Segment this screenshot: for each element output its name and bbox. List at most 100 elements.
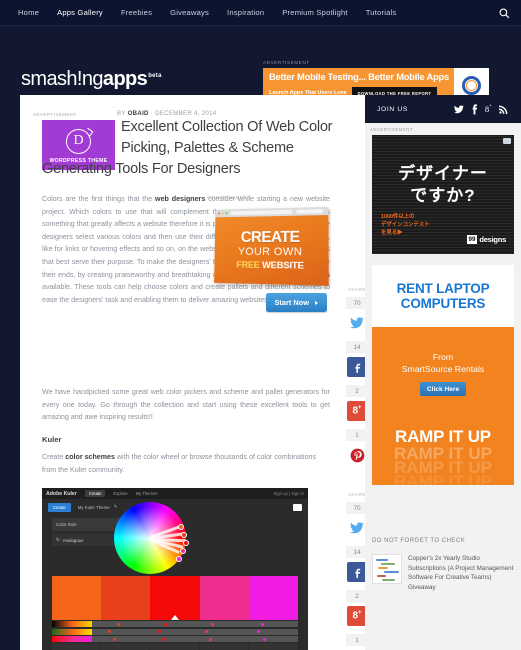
kuler-tab-explore[interactable]: Explore (113, 491, 127, 496)
thumb-bar-5 (377, 575, 386, 577)
facebook-icon[interactable] (471, 103, 478, 115)
laptop-ad-title-2: COMPUTERS (400, 296, 486, 311)
twitter-icon-2[interactable] (347, 518, 367, 538)
nav-item-freebies[interactable]: Freebies (112, 8, 161, 17)
chevron-right-icon (315, 300, 318, 305)
kuler-create-button[interactable]: Create (48, 502, 71, 512)
top-ad-headline: Better Mobile Testing... Better Mobile A… (269, 72, 449, 82)
list-item[interactable]: Copper's 2x Yearly Studio Subscriptions … (372, 554, 517, 592)
google-plus-icon[interactable]: 8+ (485, 104, 492, 114)
swatch-4[interactable] (199, 576, 249, 620)
laptop-ad-ramp-section: RAMP IT UP RAMP IT UP RAMP IT UP RAMP IT… (372, 420, 514, 485)
swatch-5[interactable] (248, 576, 299, 620)
edit-pencil-icon[interactable]: ✎ (114, 504, 118, 510)
hex-field-3[interactable] (150, 643, 200, 650)
nav-item-giveaways[interactable]: Giveaways (161, 8, 218, 17)
p3-bold-color-schemes: color schemes (65, 453, 115, 461)
join-us-bar: JOIN US 8 + (365, 95, 521, 123)
list-item-thumbnail (372, 554, 402, 584)
pinterest-icon[interactable] (347, 445, 367, 465)
inline-website-ad[interactable]: CREATE YOUR OWN FREE WEBSITE Start Now (207, 202, 331, 320)
p1-part-a: Colors are the first things that the (42, 195, 156, 203)
twitter-icon[interactable] (347, 313, 367, 333)
inline-ad-label: ADVERTISEMENT (207, 195, 250, 200)
page-title-continued[interactable]: Generating Tools For Designers (42, 159, 362, 180)
page-root: Home Apps Gallery Freebies Giveaways Ins… (0, 0, 521, 650)
slider-track-3 (92, 636, 298, 642)
slider-row-3[interactable] (52, 636, 298, 642)
article-paragraph-2: We have handpicked some great web color … (42, 388, 330, 422)
hex-field-5[interactable] (249, 643, 299, 650)
nav-item-home[interactable]: Home (9, 8, 48, 17)
nav-item-apps-gallery[interactable]: Apps Gallery (48, 8, 112, 17)
list-item-title: Copper's 2x Yearly Studio Subscriptions … (408, 555, 514, 591)
laptop-rental-ad[interactable]: RENT LAPTOP COMPUTERS From SmartSource R… (372, 265, 514, 485)
start-now-button[interactable]: Start Now (265, 293, 327, 312)
inline-ad-website-word: WEBSITE (262, 258, 304, 271)
wheel-handle-3[interactable] (183, 540, 189, 546)
kuler-titlebar: Adobe Kuler Create Explore My Themes Sig… (42, 488, 308, 499)
do-not-forget-widget: DO NOT FORGET TO CHECK Copper's 2x Yearl… (372, 538, 517, 592)
browser-url-bar (230, 209, 293, 216)
hex-field-2[interactable] (101, 643, 151, 650)
kuler-tab-mythemes[interactable]: My Themes (136, 491, 158, 496)
kuler-tab-create[interactable]: Create (84, 490, 106, 497)
wheel-handle-2[interactable] (181, 532, 187, 538)
facebook-icon-2[interactable] (347, 562, 367, 582)
nav-item-tutorials[interactable]: Tutorials (357, 8, 406, 17)
swatch-2[interactable] (101, 576, 151, 620)
adchoices-icon[interactable] (503, 138, 511, 144)
wheel-handle-4[interactable] (180, 548, 186, 554)
jp-ad-small-3: を見る▶ (381, 230, 403, 236)
section-heading-kuler: Kuler (42, 435, 62, 444)
wheel-handle-5[interactable] (176, 556, 182, 562)
slider-dot-3c (209, 637, 213, 641)
99designs-japanese-ad[interactable]: デザイナー ですか? 1000件以上の デザインコンテスト を見る▶ 99 de… (372, 135, 514, 254)
search-icon[interactable] (497, 6, 511, 20)
do-not-forget-heading: DO NOT FORGET TO CHECK (372, 538, 466, 544)
join-us-label: JOIN US (377, 105, 408, 113)
reset-icon: ↻ (56, 537, 60, 542)
title-line-3: Generating Tools For Designers (42, 161, 241, 177)
kuler-screenshot[interactable]: Adobe Kuler Create Explore My Themes Sig… (42, 488, 308, 650)
slider-dot-3d (262, 637, 266, 641)
facebook-icon[interactable] (347, 357, 367, 377)
twitter-icon[interactable] (453, 104, 464, 114)
thumb-bar-1 (376, 559, 388, 561)
sidebar-ad-label: ADVERTISEMENT (370, 127, 413, 132)
byline-prefix: BY (117, 110, 126, 117)
nav-item-premium-spotlight[interactable]: Premium Spotlight (273, 8, 356, 17)
export-icon[interactable] (293, 503, 302, 511)
jp-ad-small-2: デザインコンテスト (381, 222, 430, 228)
ramp-echo-3: RAMP IT UP (394, 472, 492, 485)
slider-row-2[interactable] (52, 628, 298, 635)
wheel-handle-1[interactable] (178, 524, 184, 530)
article-author[interactable]: OBAID (128, 110, 149, 117)
divi-logo-icon: D (66, 128, 91, 154)
rss-icon[interactable] (499, 105, 508, 114)
start-now-label: Start Now (274, 298, 310, 307)
inline-ad-line-2: YOUR OWN (237, 246, 303, 259)
hex-field-4[interactable] (200, 643, 249, 650)
right-sidebar: JOIN US 8 + ADVERTISEMENT デザイナー ですか? 100… (365, 95, 521, 650)
swatch-3[interactable] (150, 576, 200, 620)
swatch-1[interactable] (52, 576, 102, 620)
slider-dot-2a (108, 630, 112, 633)
site-logo[interactable]: smash!ngappsbeta (21, 68, 162, 91)
slider-gradient-3 (52, 636, 92, 642)
kuler-theme-name[interactable]: My Kuler Theme (78, 505, 110, 510)
nav-item-inspiration[interactable]: Inspiration (218, 8, 273, 17)
kuler-account-links[interactable]: Sign up | Sign in (274, 491, 304, 496)
slider-dot-1b (164, 622, 168, 626)
click-here-button[interactable]: Click Here (419, 382, 467, 396)
page-title[interactable]: Excellent Collection Of Web Color Pickin… (121, 117, 353, 159)
title-line-1: Excellent Collection Of Web Color (121, 119, 333, 135)
slider-dot-3b (162, 637, 166, 641)
kuler-color-rule-label: Color Rule (56, 522, 77, 527)
inline-ad-line-3: FREE WEBSITE (236, 259, 303, 271)
google-plus-icon-2[interactable]: 8+ (347, 606, 367, 626)
slider-row-1[interactable] (52, 621, 298, 627)
top-ad-label: ADVERTISEMENT (263, 60, 310, 65)
google-plus-icon[interactable]: 8+ (347, 401, 367, 421)
hex-field-1[interactable] (52, 643, 102, 650)
